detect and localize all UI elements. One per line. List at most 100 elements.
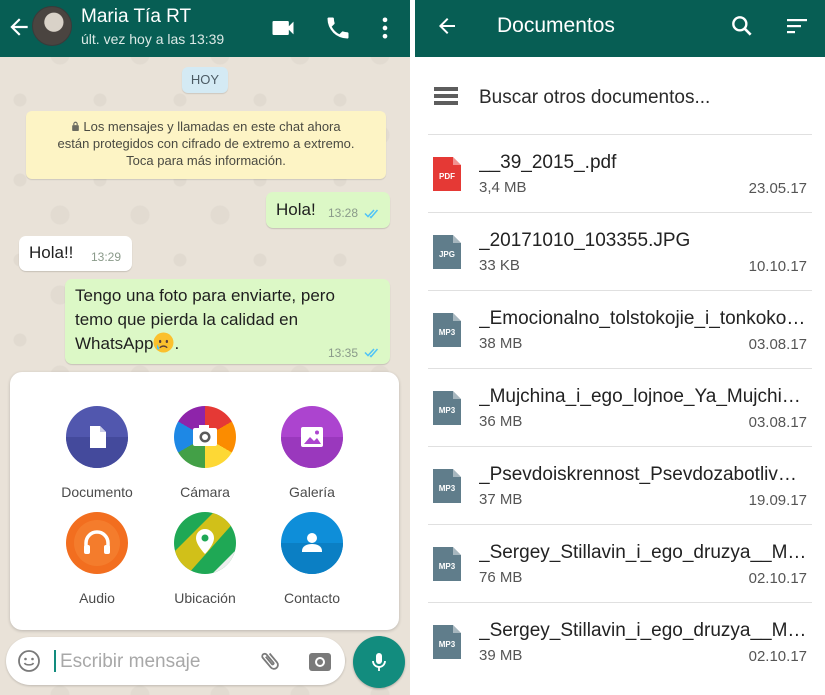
- file-name: _20171010_103355.JPG: [479, 230, 691, 251]
- file-type-label: MP3: [439, 640, 456, 649]
- attachment-menu: Documento Cámara Galería Audio Ubicación…: [10, 372, 399, 630]
- microphone-button[interactable]: [353, 636, 405, 688]
- gallery-icon: [281, 406, 343, 468]
- day-separator: HOY: [182, 67, 228, 93]
- document-row[interactable]: MP3 _Sergey_Stillavin_i_ego_druzya__Mu… 76…: [415, 525, 825, 603]
- file-date: 10.10.17: [748, 258, 807, 275]
- file-size: 37 MB: [479, 491, 523, 508]
- file-type-label: MP3: [439, 562, 456, 571]
- more-options-icon[interactable]: [371, 14, 399, 42]
- last-seen-status: últ. vez hoy a las 13:39: [81, 31, 225, 47]
- contact-avatar[interactable]: [32, 6, 72, 46]
- attach-location-button[interactable]: Ubicación: [155, 512, 255, 606]
- file-size: 39 MB: [479, 647, 523, 664]
- documents-header: Documentos: [415, 0, 825, 57]
- text-cursor: [54, 650, 56, 672]
- document-row[interactable]: MP3 _Sergey_Stillavin_i_ego_druzya__Mu… 39…: [415, 603, 825, 681]
- documents-panel: Documentos Buscar otros documentos... PD…: [415, 0, 825, 695]
- attach-document-button[interactable]: Documento: [47, 406, 147, 500]
- file-type-label: PDF: [439, 172, 455, 181]
- file-icon: JPG: [433, 235, 461, 269]
- attach-audio-button[interactable]: Audio: [47, 512, 147, 606]
- attach-location-label: Ubicación: [174, 590, 236, 606]
- microphone-icon: [372, 653, 386, 671]
- file-date: 23.05.17: [748, 180, 807, 197]
- message-text: Hola!!: [29, 243, 74, 262]
- double-check-icon: [364, 348, 379, 358]
- file-date: 03.08.17: [748, 414, 807, 431]
- message-bubble-outgoing[interactable]: Tengo una foto para enviarte, pero temo …: [65, 279, 390, 364]
- lock-icon: [72, 121, 80, 131]
- message-time: 13:29: [91, 250, 122, 264]
- attach-camera-button[interactable]: Cámara: [155, 406, 255, 500]
- file-type-label: MP3: [439, 406, 456, 415]
- file-name: __39_2015_.pdf: [479, 152, 617, 173]
- browse-other-documents[interactable]: Buscar otros documentos...: [415, 57, 825, 135]
- location-icon: [174, 512, 236, 574]
- document-row[interactable]: PDF __39_2015_.pdf 3,4 MB 23.05.17: [415, 135, 825, 213]
- document-icon: [66, 406, 128, 468]
- camera-icon: [174, 406, 236, 468]
- attach-audio-label: Audio: [79, 590, 115, 606]
- headphones-icon: [66, 512, 128, 574]
- search-icon[interactable]: [729, 13, 755, 39]
- document-row[interactable]: JPG _20171010_103355.JPG 33 KB 10.10.17: [415, 213, 825, 291]
- attach-camera-label: Cámara: [180, 484, 230, 500]
- attach-contact-button[interactable]: Contacto: [262, 512, 362, 606]
- file-icon: MP3: [433, 391, 461, 425]
- sort-icon[interactable]: [785, 15, 809, 37]
- file-size: 33 KB: [479, 257, 520, 274]
- file-name: _Emocionalno_tolstokojie_i_tonkoko…: [479, 308, 806, 329]
- encryption-notice-line: están protegidos con cifrado de extremo …: [57, 136, 355, 151]
- browse-label: Buscar otros documentos...: [479, 87, 711, 108]
- file-icon: MP3: [433, 547, 461, 581]
- encryption-notice[interactable]: Los mensajes y llamadas en este chat aho…: [26, 111, 386, 179]
- message-bubble-incoming[interactable]: Hola!! 13:29: [19, 236, 132, 271]
- file-size: 3,4 MB: [479, 179, 527, 196]
- file-date: 19.09.17: [748, 492, 807, 509]
- pdf-file-icon: PDF: [433, 157, 461, 191]
- contact-icon: [281, 512, 343, 574]
- attach-gallery-button[interactable]: Galería: [262, 406, 362, 500]
- document-row[interactable]: MP3 _Emocionalno_tolstokojie_i_tonkoko… 38…: [415, 291, 825, 369]
- message-bubble-outgoing[interactable]: Hola! 13:28: [266, 192, 390, 228]
- paperclip-icon[interactable]: [258, 649, 282, 673]
- file-icon: MP3: [433, 313, 461, 347]
- file-date: 02.10.17: [748, 648, 807, 665]
- file-icon: MP3: [433, 625, 461, 659]
- chat-panel: Maria Tía RT últ. vez hoy a las 13:39 HO…: [0, 0, 410, 695]
- file-type-label: MP3: [439, 484, 456, 493]
- back-arrow-icon[interactable]: [435, 14, 459, 38]
- file-type-label: JPG: [439, 250, 455, 259]
- encryption-notice-line: Los mensajes y llamadas en este chat aho…: [34, 118, 378, 135]
- page-title: Documentos: [497, 14, 615, 37]
- file-date: 03.08.17: [748, 336, 807, 353]
- file-size: 76 MB: [479, 569, 523, 586]
- message-text: Hola!: [276, 200, 316, 219]
- sad-face-emoji-icon: [153, 332, 174, 353]
- file-name: _Sergey_Stillavin_i_ego_druzya__Mu…: [479, 542, 809, 563]
- message-input[interactable]: Escribir mensaje: [60, 651, 200, 673]
- contact-name[interactable]: Maria Tía RT: [81, 6, 191, 28]
- file-name: _Mujchina_i_ego_lojnoe_Ya_Mujchi…: [479, 386, 801, 407]
- file-size: 36 MB: [479, 413, 523, 430]
- video-call-icon[interactable]: [269, 14, 297, 42]
- attach-contact-label: Contacto: [283, 590, 341, 606]
- file-name: _Sergey_Stillavin_i_ego_druzya__Mu…: [479, 620, 809, 641]
- document-row[interactable]: MP3 _Mujchina_i_ego_lojnoe_Ya_Mujchi… 36 M…: [415, 369, 825, 447]
- file-date: 02.10.17: [748, 570, 807, 587]
- back-arrow-icon[interactable]: [6, 12, 32, 42]
- chat-header: Maria Tía RT últ. vez hoy a las 13:39: [0, 0, 410, 57]
- attach-gallery-label: Galería: [289, 484, 335, 500]
- encryption-notice-line: Toca para más información.: [126, 153, 286, 168]
- camera-shortcut-icon[interactable]: [307, 649, 333, 675]
- file-name: _Psevdoiskrennost_Psevdozabotliv…: [479, 464, 797, 485]
- file-size: 38 MB: [479, 335, 523, 352]
- file-icon: MP3: [433, 469, 461, 503]
- message-composer: Escribir mensaje: [6, 637, 345, 685]
- emoji-icon[interactable]: [17, 649, 41, 673]
- attach-document-label: Documento: [61, 484, 133, 500]
- document-row[interactable]: MP3 _Psevdoiskrennost_Psevdozabotliv… 37 M…: [415, 447, 825, 525]
- double-check-icon: [364, 209, 379, 219]
- voice-call-icon[interactable]: [324, 14, 352, 42]
